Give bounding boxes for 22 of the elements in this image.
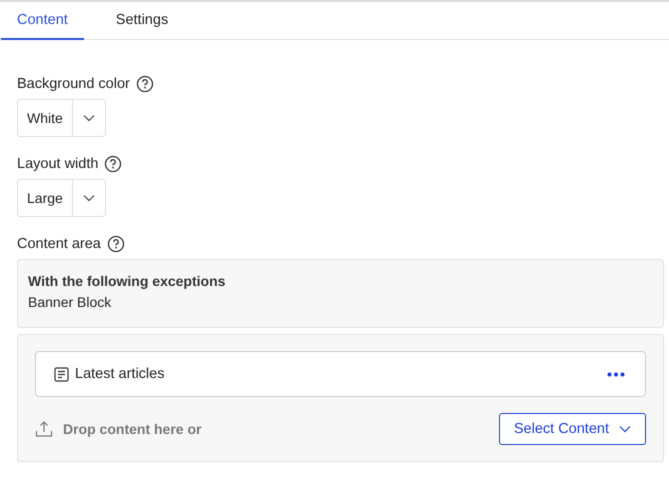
field-label: Content area [17,236,101,252]
more-icon[interactable] [607,372,625,376]
document-icon [54,366,69,382]
chevron-down-icon [82,194,95,202]
help-icon[interactable] [106,235,125,253]
drop-hint: Drop content here or [63,421,202,437]
content-item[interactable]: Latest articles [35,351,646,397]
upload-icon [35,420,53,438]
dropdown[interactable]: White [17,99,106,137]
field-label: Layout width [17,156,98,172]
help-icon[interactable] [104,155,122,173]
help-icon[interactable] [136,75,154,93]
item-title: Latest articles [75,366,166,382]
chevron-down-icon [619,425,631,433]
select-content-button[interactable]: Select Content [498,413,646,445]
field-label: Background color [17,76,130,92]
chevron-down-icon [82,114,95,122]
exceptions-title: With the following exceptions [28,273,226,289]
exception-item: Banner Block [28,294,112,310]
dropdown[interactable]: Large [17,179,106,217]
tab[interactable]: Content [1,2,84,40]
tab[interactable]: Settings [100,2,184,40]
